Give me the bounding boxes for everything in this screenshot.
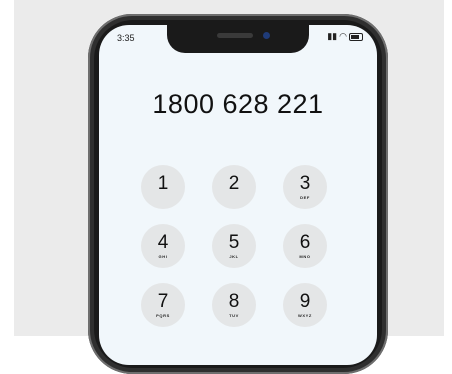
key-digit: 5 bbox=[228, 231, 240, 253]
key-3[interactable]: 3 DEF bbox=[283, 165, 327, 209]
key-letters: JKL bbox=[229, 253, 239, 259]
battery-icon bbox=[349, 32, 363, 41]
camera-icon bbox=[263, 32, 270, 39]
key-digit: 8 bbox=[228, 290, 240, 312]
status-time: 3:35 bbox=[117, 33, 135, 43]
wifi-icon: ◠ bbox=[339, 31, 347, 41]
key-4[interactable]: 4 GHI bbox=[141, 224, 185, 268]
key-digit: 1 bbox=[157, 172, 169, 194]
key-letters: MNO bbox=[299, 253, 311, 259]
phone-screen: 3:35 ▮▮ ◠ 1800 628 221 1 2 3 DEF 4 GHI 5… bbox=[99, 25, 377, 365]
key-digit: 3 bbox=[299, 172, 311, 194]
dialed-number: 1800 628 221 bbox=[152, 89, 324, 119]
key-1[interactable]: 1 bbox=[141, 165, 185, 209]
key-letters: WXYZ bbox=[298, 312, 312, 318]
key-digit: 2 bbox=[228, 172, 240, 194]
key-2[interactable]: 2 bbox=[212, 165, 256, 209]
status-icons: ▮▮ ◠ bbox=[327, 31, 363, 42]
key-digit: 6 bbox=[299, 231, 311, 253]
key-letters: GHI bbox=[158, 253, 168, 259]
signal-icon: ▮▮ bbox=[327, 31, 338, 41]
key-8[interactable]: 8 TUV bbox=[212, 283, 256, 327]
key-9[interactable]: 9 WXYZ bbox=[283, 283, 327, 327]
speaker-grille bbox=[217, 33, 253, 38]
notch bbox=[167, 25, 309, 53]
key-6[interactable]: 6 MNO bbox=[283, 224, 327, 268]
key-letters: DEF bbox=[300, 194, 310, 200]
key-5[interactable]: 5 JKL bbox=[212, 224, 256, 268]
key-letters: TUV bbox=[229, 312, 239, 318]
key-7[interactable]: 7 PQRS bbox=[141, 283, 185, 327]
key-digit: 7 bbox=[157, 290, 169, 312]
key-letters: PQRS bbox=[156, 312, 170, 318]
keypad: 1 2 3 DEF 4 GHI 5 JKL 6 MNO 7 PQRS 8 TUV… bbox=[141, 165, 327, 327]
key-digit: 9 bbox=[299, 290, 311, 312]
key-digit: 4 bbox=[157, 231, 169, 253]
